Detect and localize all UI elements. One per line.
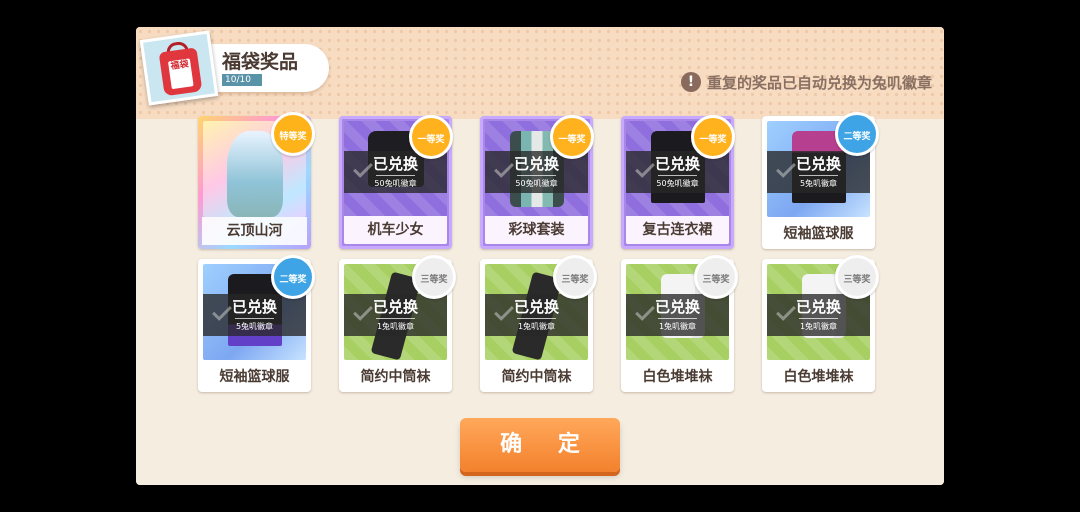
prize-name: 短袖篮球服 (219, 369, 290, 385)
tier-badge: 三等奖 (412, 255, 456, 299)
prize-name: 短袖篮球服 (783, 226, 854, 242)
prize-name: 云顶山河 (202, 217, 307, 245)
tier-badge: 特等奖 (271, 112, 315, 156)
redeem-value: 1兔叽徽章 (517, 322, 556, 331)
redeem-value: 50兔叽徽章 (374, 179, 417, 188)
prize-card[interactable]: 特等奖 云顶山河 (198, 112, 315, 249)
prize-name: 白色堆堆袜 (642, 369, 713, 385)
prize-card[interactable]: 已兑换 50兔叽徽章 一等奖 彩球套装 (480, 115, 594, 249)
tier-badge: 二等奖 (271, 255, 315, 299)
prize-card[interactable]: 已兑换 1兔叽徽章 三等奖 白色堆堆袜 (762, 255, 879, 392)
redeemed-overlay: 已兑换 5兔叽徽章 (767, 151, 870, 193)
tier-badge: 一等奖 (409, 115, 453, 159)
prize-card[interactable]: 已兑换 1兔叽徽章 三等奖 白色堆堆袜 (621, 255, 738, 392)
prize-name: 简约中筒袜 (501, 369, 572, 385)
redeem-value: 1兔叽徽章 (376, 322, 415, 331)
prize-dialog: 福袋 福袋奖品 10/10 ! 重复的奖品已自动兑换为兔叽徽章 特等奖 云顶山河… (136, 27, 944, 485)
prize-name: 复古连衣裙 (626, 216, 729, 244)
prize-card[interactable]: 已兑换 5兔叽徽章 二等奖 短袖篮球服 (762, 112, 879, 249)
tier-badge: 三等奖 (553, 255, 597, 299)
notice: ! 重复的奖品已自动兑换为兔叽徽章 (680, 71, 932, 93)
progress-bar: 10/10 (222, 74, 262, 86)
redeem-value: 50兔叽徽章 (515, 179, 558, 188)
redeem-value: 5兔叽徽章 (235, 322, 274, 331)
redeem-value: 5兔叽徽章 (799, 179, 838, 188)
redeem-value: 1兔叽徽章 (658, 322, 697, 331)
redeem-value: 50兔叽徽章 (656, 179, 699, 188)
lucky-bag-icon: 福袋 (139, 30, 219, 106)
redeemed-overlay: 已兑换 1兔叽徽章 (626, 294, 729, 336)
prize-card[interactable]: 已兑换 1兔叽徽章 三等奖 简约中筒袜 (339, 255, 456, 392)
exclamation-icon: ! (680, 72, 701, 92)
redeemed-overlay: 已兑换 5兔叽徽章 (203, 294, 306, 336)
prize-grid: 特等奖 云顶山河 已兑换 50兔叽徽章 一等奖 机车少女 已兑换 50兔叽徽章 … (198, 112, 879, 392)
prize-name: 机车少女 (344, 216, 447, 244)
redeemed-overlay: 已兑换 1兔叽徽章 (485, 294, 588, 336)
tier-badge: 一等奖 (550, 115, 594, 159)
prize-card[interactable]: 已兑换 5兔叽徽章 二等奖 短袖篮球服 (198, 255, 315, 392)
redeemed-overlay: 已兑换 1兔叽徽章 (767, 294, 870, 336)
tier-badge: 二等奖 (835, 112, 879, 156)
prize-name: 简约中筒袜 (360, 369, 431, 385)
lucky-bag-label: 福袋 (167, 58, 194, 90)
prize-card[interactable]: 已兑换 1兔叽徽章 三等奖 简约中筒袜 (480, 255, 597, 392)
notice-text: 重复的奖品已自动兑换为兔叽徽章 (706, 73, 932, 92)
tier-badge: 三等奖 (835, 255, 879, 299)
tier-badge: 三等奖 (694, 255, 738, 299)
confirm-button[interactable]: 确 定 (460, 418, 620, 472)
prize-card[interactable]: 已兑换 50兔叽徽章 一等奖 复古连衣裙 (621, 115, 735, 249)
prize-card[interactable]: 已兑换 50兔叽徽章 一等奖 机车少女 (339, 115, 453, 249)
prize-name: 彩球套装 (485, 216, 588, 244)
redeemed-overlay: 已兑换 1兔叽徽章 (344, 294, 447, 336)
page-title: 福袋奖品 (222, 51, 299, 73)
redeem-value: 1兔叽徽章 (799, 322, 838, 331)
prize-name: 白色堆堆袜 (783, 369, 854, 385)
tier-badge: 一等奖 (691, 115, 735, 159)
